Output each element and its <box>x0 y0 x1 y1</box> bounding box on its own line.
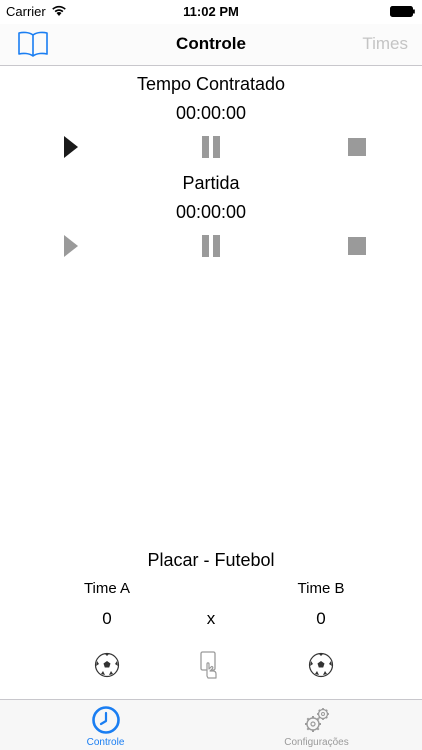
times-button[interactable]: Times <box>362 34 408 54</box>
team-a-score: 0 <box>102 609 112 628</box>
card-hand-icon[interactable] <box>198 650 224 680</box>
contracted-time-title: Tempo Contratado <box>136 74 286 94</box>
match-pause-icon[interactable] <box>198 233 224 259</box>
match-time-value: 00:00:00 <box>175 202 247 222</box>
navigation-bar: Controle Times <box>0 24 422 66</box>
status-bar: Carrier 11:02 PM <box>0 0 422 24</box>
match-stop-icon[interactable] <box>344 233 370 259</box>
team-b-goal-ball-icon[interactable] <box>308 652 334 678</box>
tab-controle[interactable]: Controle <box>0 700 211 750</box>
tab-configuracoes-label: Configurações <box>284 737 349 748</box>
scoreboard-title: Placar - Futebol <box>147 550 275 570</box>
team-b-label: Time B <box>297 580 345 597</box>
match-play-icon[interactable] <box>58 233 84 259</box>
team-a-goal-ball-icon[interactable] <box>94 652 120 678</box>
contracted-time-value: 00:00:00 <box>175 103 247 123</box>
team-b-score: 0 <box>316 609 326 628</box>
gears-icon <box>304 708 329 732</box>
match-title: Partida <box>182 173 240 193</box>
page-title: Controle <box>176 34 246 53</box>
contracted-stop-icon[interactable] <box>344 134 370 160</box>
tab-configuracoes[interactable]: Configurações <box>211 700 422 750</box>
tab-bar: Controle Configurações <box>0 699 422 750</box>
contracted-play-icon[interactable] <box>58 134 84 160</box>
status-time: 11:02 PM <box>183 4 239 19</box>
team-a-label: Time A <box>83 580 131 597</box>
tab-controle-label: Controle <box>86 737 125 748</box>
score-separator: x <box>206 609 216 628</box>
battery-icon <box>390 6 415 17</box>
clock-icon <box>91 706 120 734</box>
contracted-pause-icon[interactable] <box>198 134 224 160</box>
